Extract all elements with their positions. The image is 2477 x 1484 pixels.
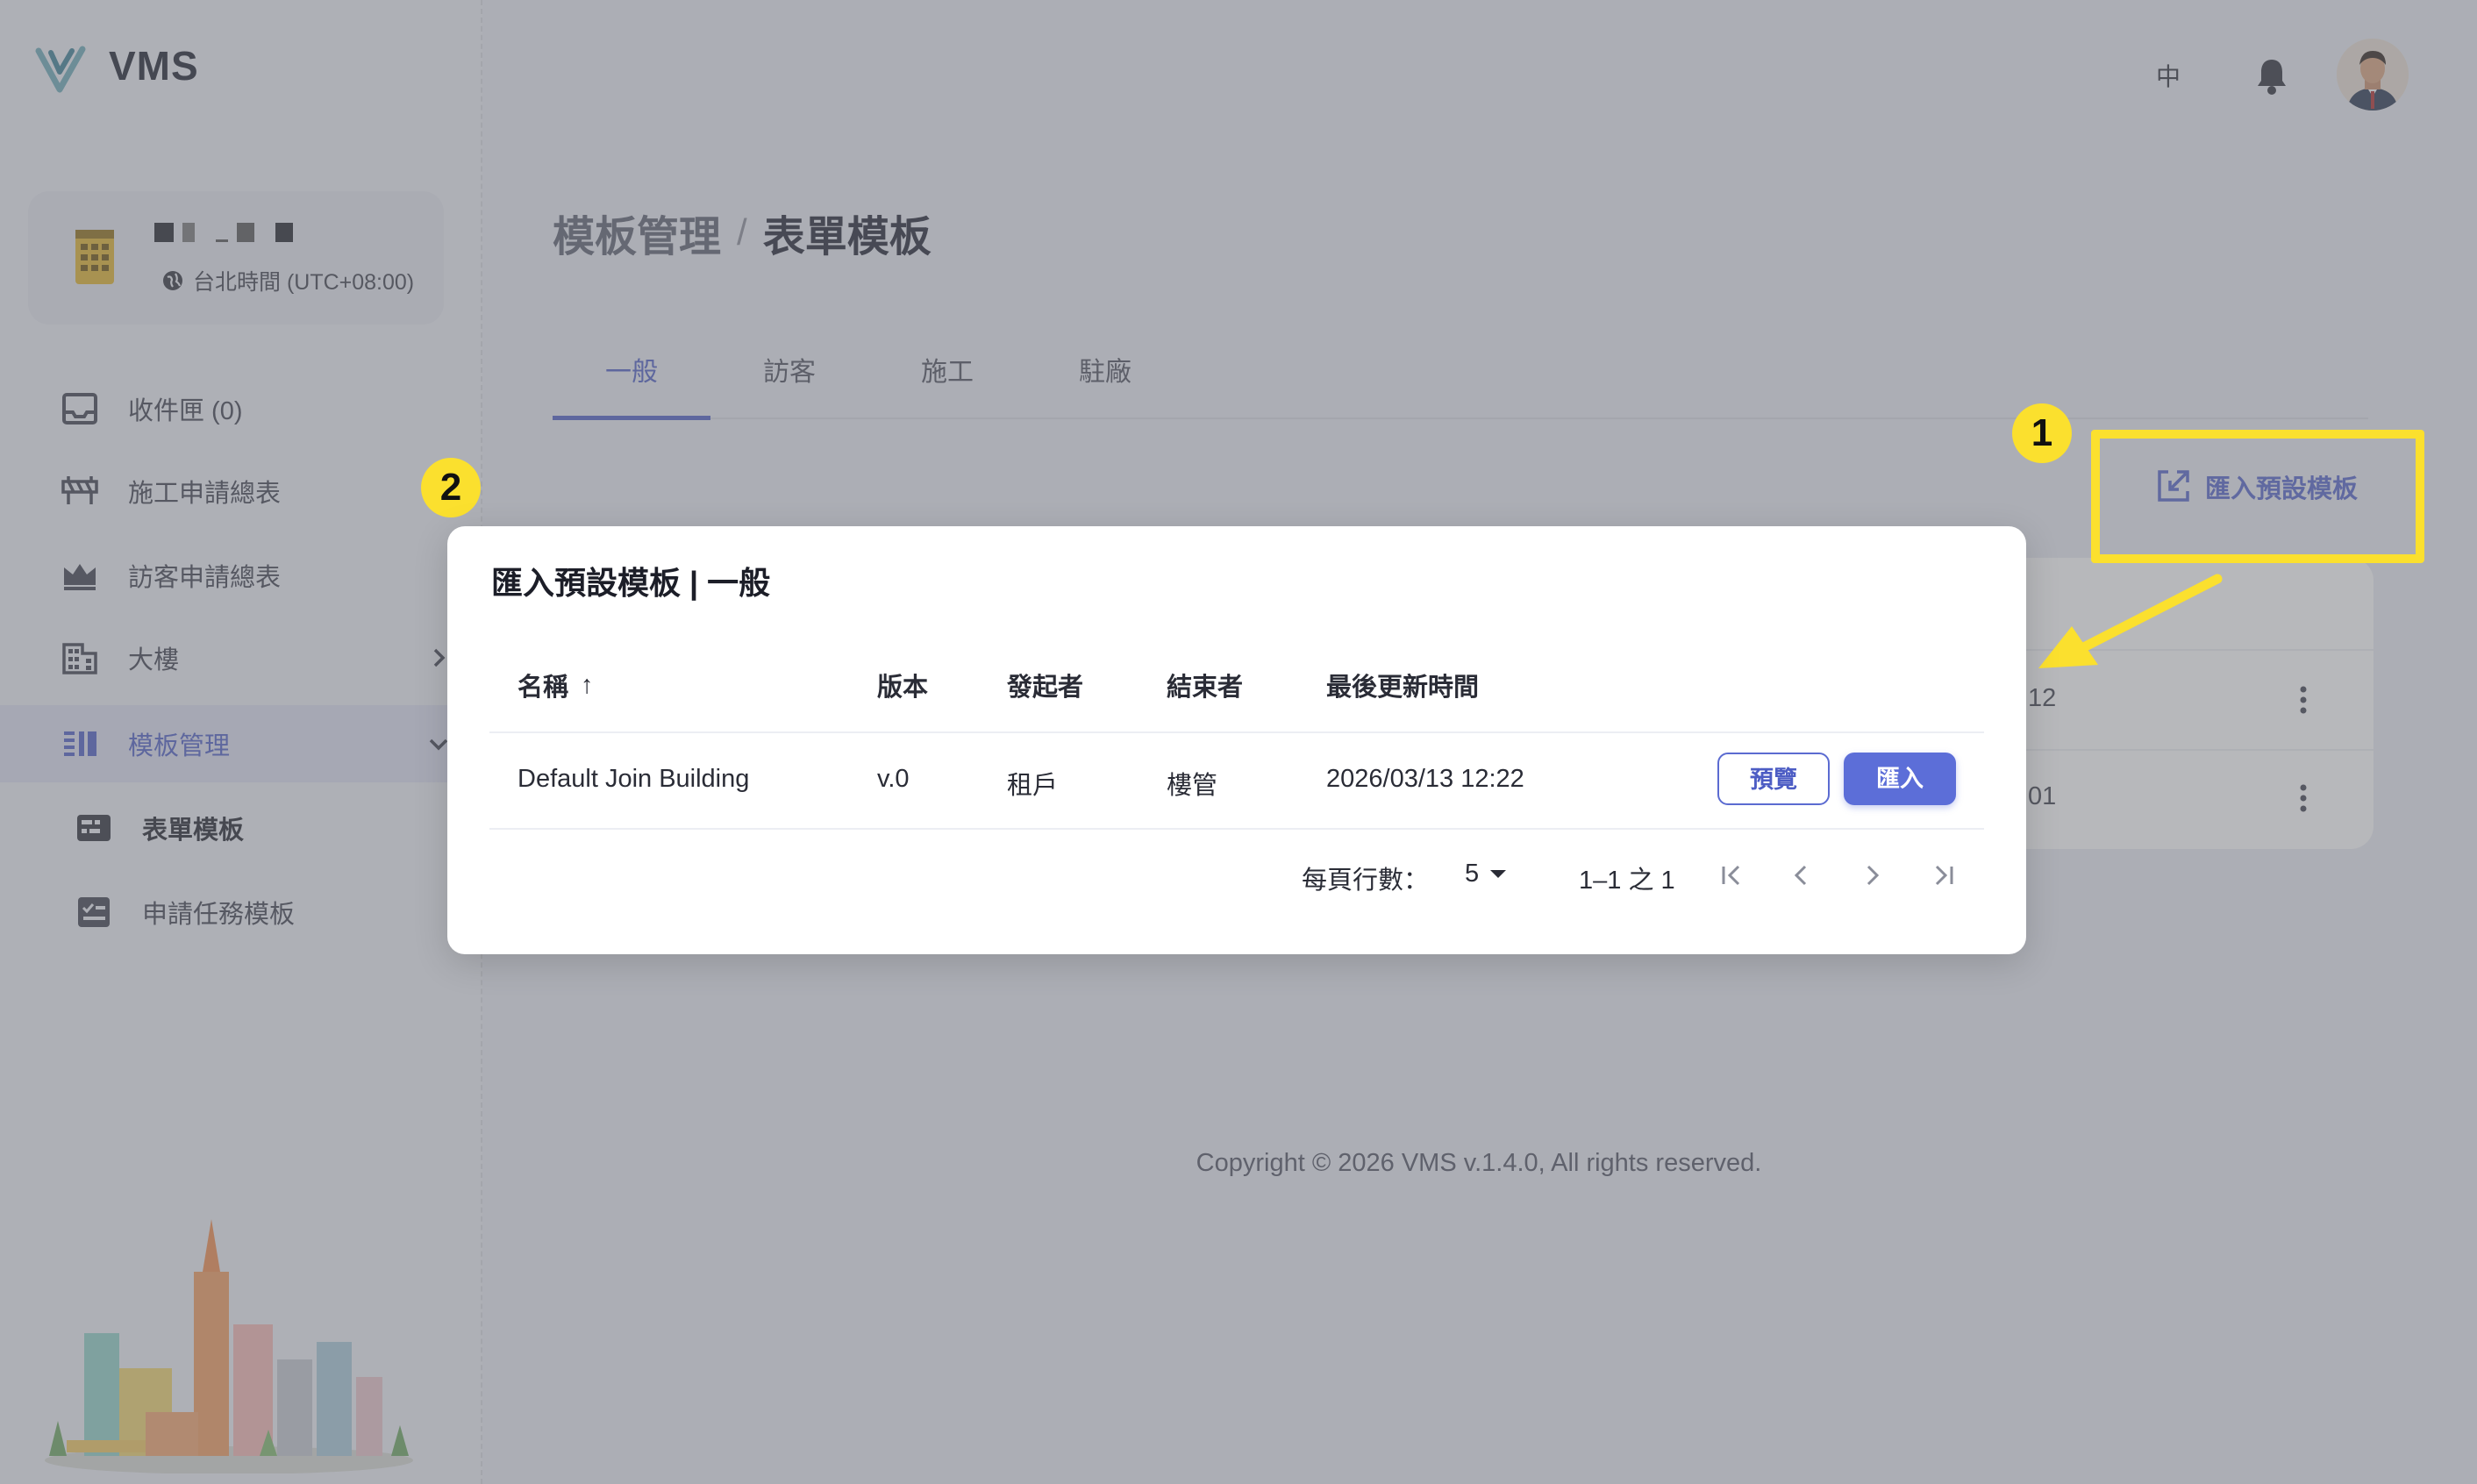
highlight-box (2091, 430, 2424, 563)
cell-closer: 樓管 (1167, 772, 1218, 800)
divider (489, 731, 1984, 733)
preview-button[interactable]: 預覽 (1717, 753, 1830, 805)
column-header-initiator: 發起者 (1007, 674, 1084, 702)
next-page-icon[interactable] (1858, 861, 1886, 889)
step-badge-1: 1 (2012, 403, 2072, 463)
arrow-icon (2038, 574, 2223, 668)
step-badge-2: 2 (421, 458, 481, 517)
column-header-closer: 結束者 (1167, 674, 1244, 702)
rows-per-page-label: 每頁行數： (1302, 867, 1430, 895)
sort-ascending-icon: ↑ (581, 670, 594, 699)
last-page-icon[interactable] (1930, 861, 1958, 889)
cell-version: v.0 (877, 765, 910, 793)
column-label: 名稱 (518, 674, 569, 702)
pagination-range: 1–1 之 1 (1579, 867, 1675, 895)
dialog-title: 匯入預設模板 | 一般 (491, 565, 771, 601)
cell-initiator: 租戶 (1007, 772, 1059, 800)
cell-name: Default Join Building (518, 765, 750, 793)
column-header-name[interactable]: 名稱 ↑ (518, 667, 594, 703)
dropdown-arrow-icon (1490, 869, 1507, 878)
import-template-dialog: 匯入預設模板 | 一般 名稱 ↑ 版本 發起者 結束者 最後更新時間 Defau… (447, 526, 2026, 954)
column-header-updated: 最後更新時間 (1326, 674, 1480, 702)
rows-per-page-select[interactable]: 5 (1465, 860, 1507, 888)
rows-per-page-value: 5 (1465, 860, 1480, 888)
cell-updated: 2026/03/13 12:22 (1326, 765, 1524, 793)
first-page-icon[interactable] (1717, 861, 1745, 889)
previous-page-icon[interactable] (1788, 861, 1816, 889)
import-button[interactable]: 匯入 (1844, 753, 1956, 805)
column-header-version: 版本 (877, 674, 929, 702)
divider (489, 828, 1984, 830)
